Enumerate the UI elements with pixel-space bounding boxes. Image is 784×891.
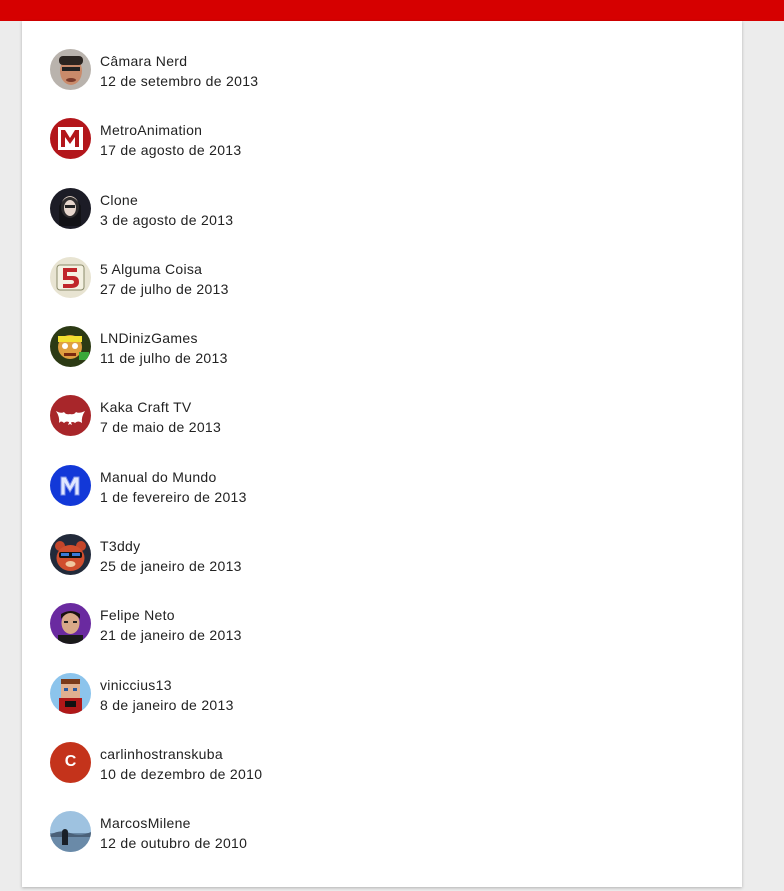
red-m-logo-icon[interactable]	[50, 118, 91, 160]
purple-portrait-icon[interactable]	[50, 603, 91, 645]
subscription-date: 10 de dezembro de 2010	[100, 765, 263, 782]
subscription-date: 21 de janeiro de 2013	[100, 627, 242, 644]
avatar-letter: C	[64, 753, 77, 771]
subscription-date: 12 de setembro de 2013	[100, 73, 259, 89]
channel-name[interactable]: viniccius13	[100, 677, 172, 693]
cartoon-character-icon[interactable]	[50, 326, 91, 368]
channel-name[interactable]: Kaka Craft TV	[100, 399, 192, 415]
blue-m-logo-icon[interactable]	[50, 464, 91, 506]
subscriptions-card: Câmara Nerd 12 de setembro de 2013 Metro…	[22, 21, 742, 887]
channel-name[interactable]: LNDinizGames	[100, 330, 198, 346]
bear-sunglasses-icon[interactable]	[50, 534, 91, 576]
subscription-date: 7 de maio de 2013	[100, 419, 222, 436]
subscription-date: 8 de janeiro de 2013	[100, 696, 234, 713]
subscription-date: 25 de janeiro de 2013	[100, 558, 242, 575]
landscape-photo-icon[interactable]	[50, 811, 91, 853]
subscription-date: 11 de julho de 2013	[100, 350, 228, 367]
channel-name[interactable]: Clone	[100, 192, 138, 208]
face-avatar-icon[interactable]	[50, 49, 91, 90]
letter-c-avatar-icon[interactable]: C	[50, 741, 91, 783]
channel-name[interactable]: Câmara Nerd	[100, 53, 187, 69]
channel-name[interactable]: Felipe Neto	[100, 607, 175, 623]
subscription-date: 1 de fevereiro de 2013	[100, 488, 247, 505]
channel-name[interactable]: Manual do Mundo	[100, 469, 217, 485]
top-header-bar	[0, 0, 784, 21]
subscription-date: 3 de agosto de 2013	[100, 211, 234, 228]
channel-name[interactable]: T3ddy	[100, 538, 140, 554]
channel-name[interactable]: MetroAnimation	[100, 122, 202, 138]
number-5-logo-icon[interactable]	[50, 256, 91, 298]
channel-name[interactable]: MarcosMilene	[100, 815, 191, 831]
subscription-date: 27 de julho de 2013	[100, 280, 229, 297]
channel-name[interactable]: 5 Alguma Coisa	[100, 261, 202, 277]
subscription-date: 12 de outubro de 2010	[100, 835, 248, 852]
bat-logo-icon[interactable]	[50, 395, 91, 437]
minecraft-character-icon[interactable]	[50, 672, 91, 714]
dark-portrait-icon[interactable]	[50, 187, 91, 229]
channel-name[interactable]: carlinhostranskuba	[100, 746, 223, 762]
subscription-date: 17 de agosto de 2013	[100, 142, 242, 159]
